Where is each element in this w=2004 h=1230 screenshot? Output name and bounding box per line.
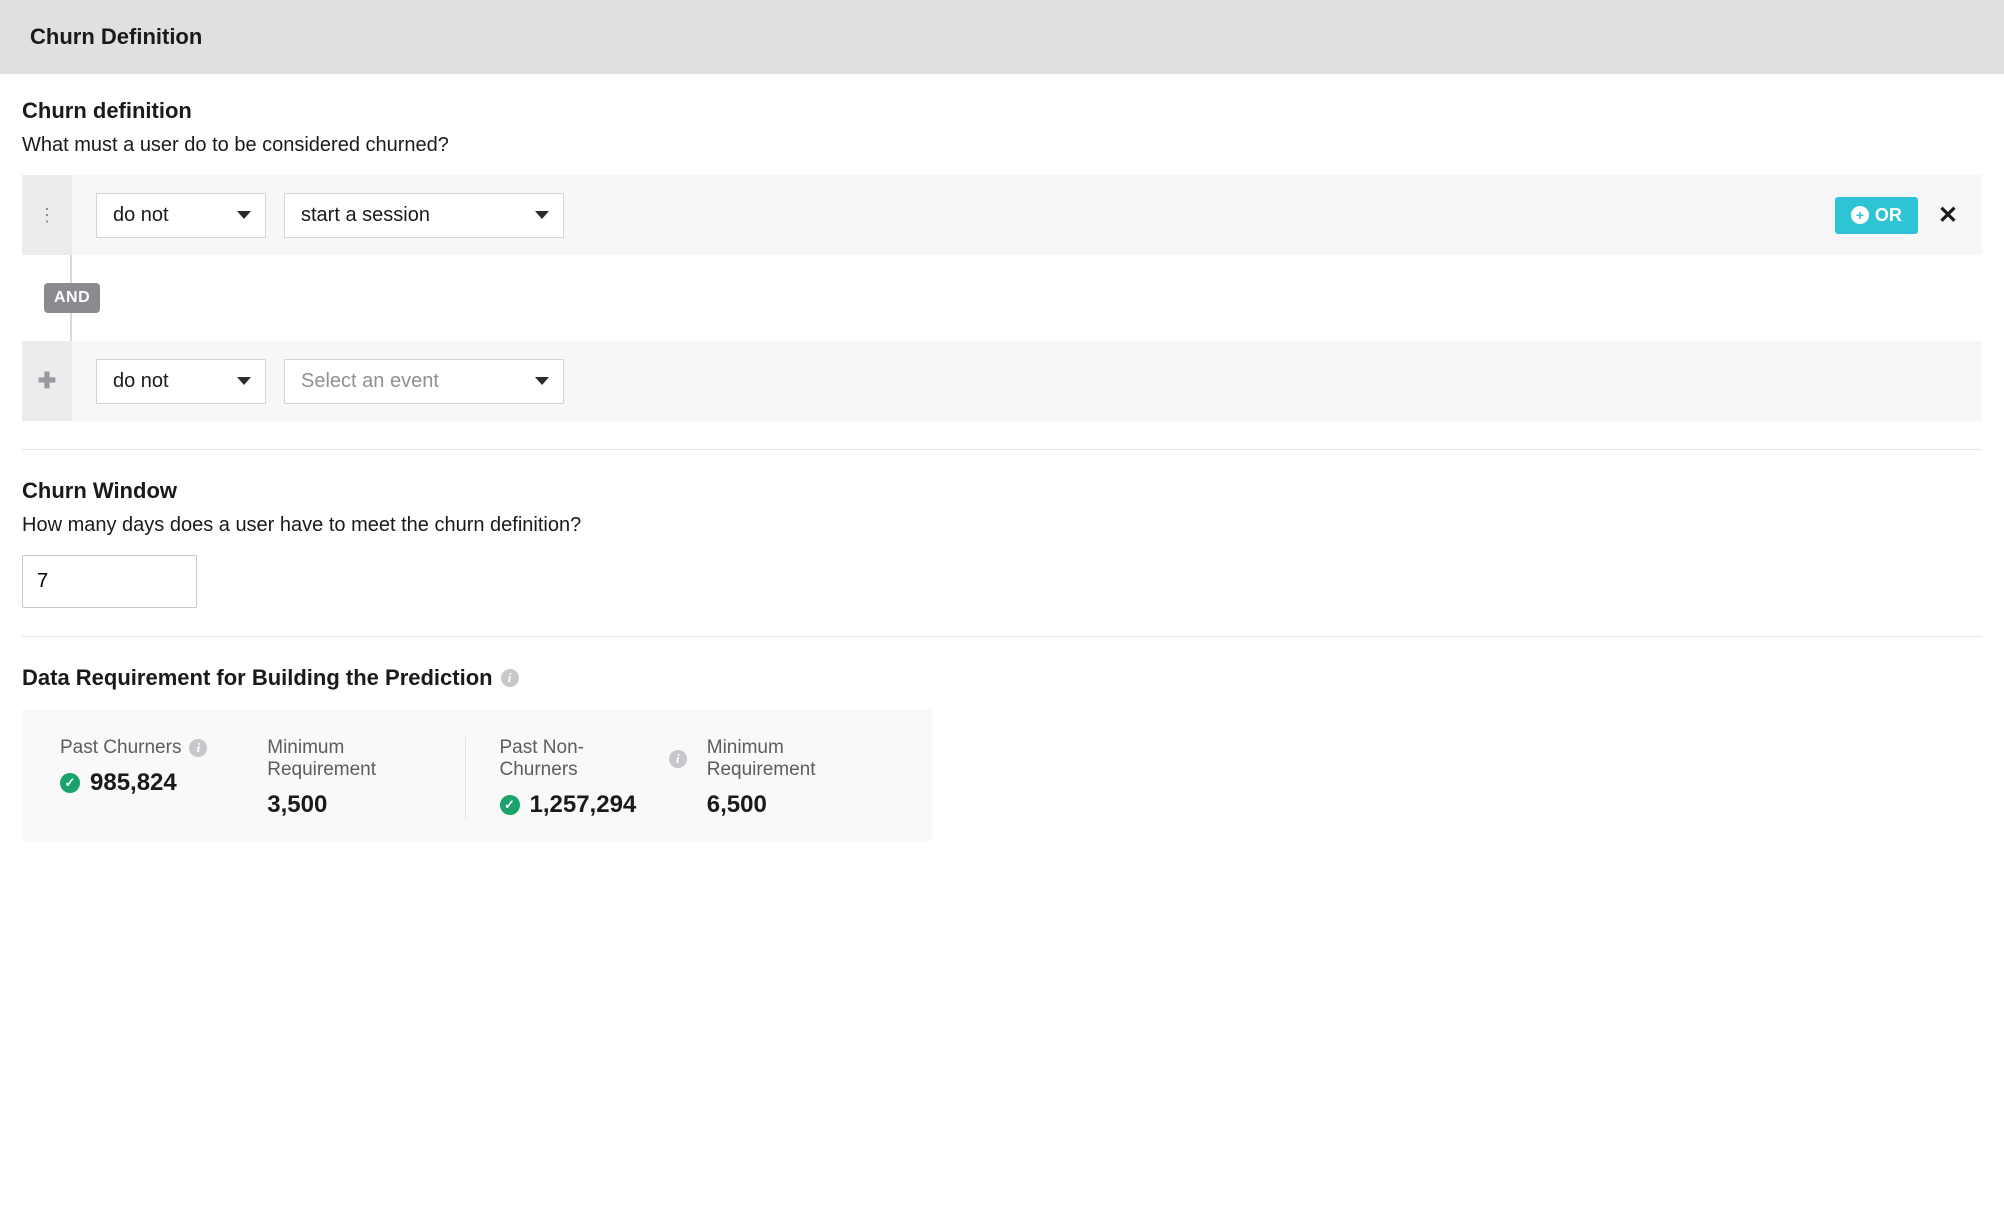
condition-select-2[interactable]: do not [96, 359, 266, 404]
chevron-down-icon [535, 211, 549, 219]
drag-handle-icon[interactable]: ⋮ [22, 175, 72, 255]
check-circle-icon: ✓ [60, 773, 80, 793]
rule-2-fields: do not Select an event [72, 343, 1982, 420]
page-title: Churn Definition [30, 24, 202, 49]
churn-window-subtitle: How many days does a user have to meet t… [22, 514, 1982, 537]
chevron-down-icon [237, 377, 251, 385]
content-area: Churn definition What must a user do to … [0, 74, 2004, 871]
stat-past-non-churners: Past Non-Churners i ✓ 1,257,294 [465, 737, 697, 819]
info-icon[interactable]: i [501, 669, 519, 687]
churn-window-input[interactable] [22, 555, 197, 608]
add-rule-handle[interactable]: ✚ [22, 341, 72, 421]
min-req-1-value: 3,500 [267, 791, 454, 819]
past-churners-label: Past Churners [60, 737, 181, 759]
min-req-2-value: 6,500 [707, 791, 894, 819]
and-connector: AND [22, 255, 1982, 341]
data-requirement-section: Data Requirement for Building the Predic… [22, 665, 1982, 841]
plus-circle-icon: + [1851, 206, 1869, 224]
rule-row-2: ✚ do not Select an event [22, 341, 1982, 421]
divider [22, 449, 1982, 450]
stat-min-req-1: Minimum Requirement 3,500 [257, 737, 464, 819]
stats-panel: Past Churners i ✓ 985,824 Minimum Requir… [22, 709, 932, 841]
stat-min-req-2: Minimum Requirement 6,500 [697, 737, 904, 819]
page-header: Churn Definition [0, 0, 2004, 74]
min-req-1-label: Minimum Requirement [267, 737, 454, 781]
and-pill: AND [44, 283, 100, 313]
churn-definition-title: Churn definition [22, 98, 1982, 124]
event-select-2-placeholder: Select an event [301, 370, 439, 393]
remove-rule-icon[interactable]: ✕ [1938, 201, 1958, 230]
vertical-dots-icon: ⋮ [38, 213, 56, 218]
stat-past-churners: Past Churners i ✓ 985,824 [50, 737, 257, 819]
or-button-label: OR [1875, 205, 1902, 226]
rule-row-1: ⋮ do not start a session + OR ✕ [22, 175, 1982, 255]
past-churners-value-row: ✓ 985,824 [60, 769, 247, 797]
churn-definition-section: Churn definition What must a user do to … [22, 98, 1982, 421]
condition-select-2-value: do not [113, 370, 169, 393]
churn-definition-subtitle: What must a user do to be considered chu… [22, 134, 1982, 157]
past-churners-value: 985,824 [90, 769, 177, 797]
past-non-churners-label-row: Past Non-Churners i [500, 737, 687, 781]
info-icon[interactable]: i [669, 750, 687, 768]
event-select-1[interactable]: start a session [284, 193, 564, 238]
data-requirement-title: Data Requirement for Building the Predic… [22, 665, 493, 691]
churn-window-title: Churn Window [22, 478, 1982, 504]
event-select-2[interactable]: Select an event [284, 359, 564, 404]
plus-icon: ✚ [38, 368, 56, 394]
data-requirement-title-row: Data Requirement for Building the Predic… [22, 665, 1982, 691]
past-non-churners-value: 1,257,294 [530, 791, 637, 819]
churn-window-section: Churn Window How many days does a user h… [22, 478, 1982, 608]
condition-select-1[interactable]: do not [96, 193, 266, 238]
past-non-churners-value-row: ✓ 1,257,294 [500, 791, 687, 819]
chevron-down-icon [237, 211, 251, 219]
add-or-button[interactable]: + OR [1835, 197, 1918, 234]
info-icon[interactable]: i [189, 739, 207, 757]
past-non-churners-label: Past Non-Churners [500, 737, 661, 781]
min-req-2-label: Minimum Requirement [707, 737, 894, 781]
event-select-1-value: start a session [301, 204, 430, 227]
past-churners-label-row: Past Churners i [60, 737, 247, 759]
condition-select-1-value: do not [113, 204, 169, 227]
and-pill-label: AND [54, 289, 90, 306]
chevron-down-icon [535, 377, 549, 385]
rule-1-fields: do not start a session [72, 177, 1835, 254]
check-circle-icon: ✓ [500, 795, 520, 815]
divider [22, 636, 1982, 637]
rule-1-actions: + OR ✕ [1835, 197, 1982, 234]
